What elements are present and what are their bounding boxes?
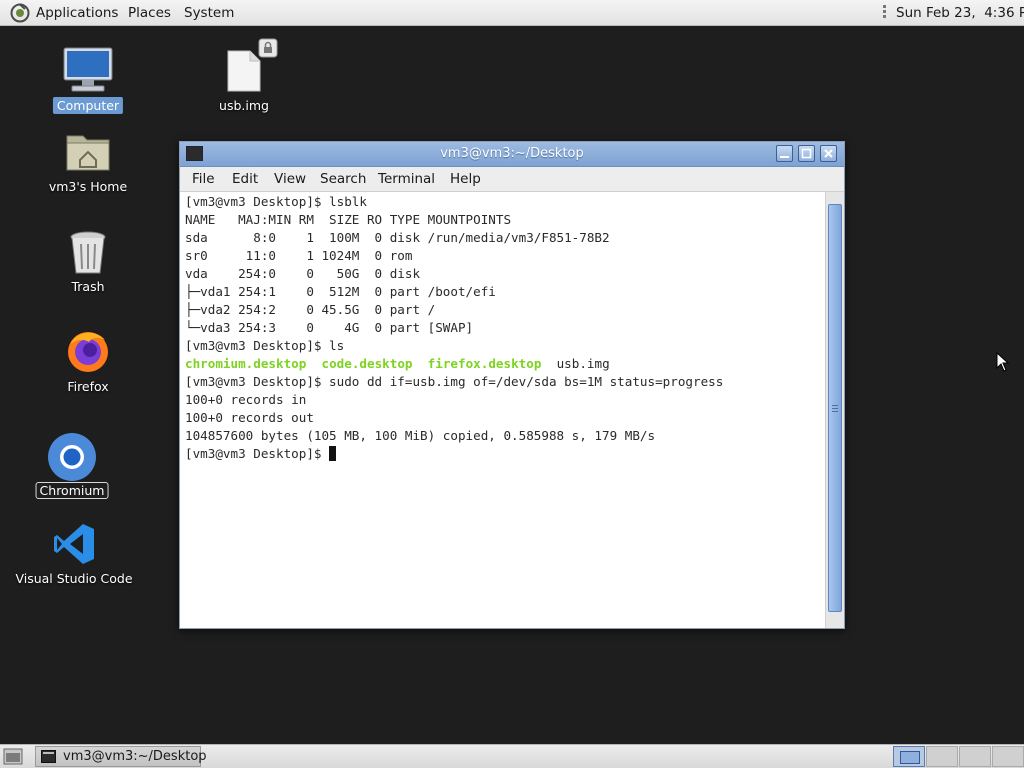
minimize-icon: [780, 156, 789, 158]
terminal-line: vda 254:0 0 50G 0 disk: [185, 266, 421, 281]
terminal-output[interactable]: [vm3@vm3 Desktop]$ lsblk NAME MAJ:MIN RM…: [180, 192, 825, 628]
desktop-label: Visual Studio Code: [15, 571, 133, 586]
desktop-icon-computer[interactable]: Computer: [38, 44, 138, 116]
desktop-icon-chromium[interactable]: Chromium: [22, 430, 122, 502]
desktop-label: Firefox: [67, 379, 109, 394]
firefox-icon: [68, 332, 108, 372]
terminal-line: ├─vda2 254:2 0 45.5G 0 part /: [185, 302, 436, 317]
applications-logo-icon[interactable]: [9, 3, 31, 23]
terminal-line: 100+0 records in: [185, 392, 307, 407]
clock[interactable]: Sun Feb 23, 4:36 PM: [896, 0, 1024, 26]
text-cursor: [329, 446, 337, 461]
lock-icon: [258, 38, 278, 58]
terminal-line: 104857600 bytes (105 MB, 100 MiB) copied…: [185, 428, 656, 443]
window-titlebar[interactable]: vm3@vm3:~/Desktop: [180, 142, 844, 167]
menu-help[interactable]: Help: [450, 167, 481, 192]
terminal-menubar: File Edit View Search Terminal Help: [180, 167, 844, 192]
file-icon: [227, 50, 261, 92]
desktop-icon-home[interactable]: vm3's Home: [38, 128, 138, 198]
window-title: vm3@vm3:~/Desktop: [440, 146, 584, 161]
terminal-line: [vm3@vm3 Desktop]$ sudo dd if=usb.img of…: [185, 374, 724, 389]
terminal-line: 100+0 records out: [185, 410, 314, 425]
chromium-icon: [48, 433, 96, 481]
task-label: vm3@vm3:~/Desktop: [63, 749, 207, 764]
panel-handle: [883, 5, 887, 21]
places-menu[interactable]: Places: [128, 0, 171, 26]
bottom-panel: vm3@vm3:~/Desktop: [0, 744, 1024, 768]
menu-search[interactable]: Search: [320, 167, 366, 192]
top-panel: Applications Places System Sun Feb 23, 4…: [0, 0, 1024, 26]
scrollbar-thumb[interactable]: [828, 204, 842, 612]
desktop-icon-firefox[interactable]: Firefox: [38, 326, 138, 398]
home-folder-icon: [66, 135, 110, 171]
desktop-label: Chromium: [35, 482, 109, 499]
terminal-line: NAME MAJ:MIN RM SIZE RO TYPE MOUNTPOINTS: [185, 212, 512, 227]
menu-file[interactable]: File: [192, 167, 215, 192]
trash-icon: [70, 231, 106, 274]
terminal-window[interactable]: vm3@vm3:~/Desktop File Edit View Search …: [179, 141, 845, 629]
desktop-label: Computer: [52, 97, 124, 114]
taskbar-item-terminal[interactable]: vm3@vm3:~/Desktop: [35, 746, 207, 767]
desktop-icon-trash[interactable]: Trash: [38, 228, 138, 298]
ls-entry: chromium.desktop: [185, 356, 307, 371]
terminal-line: [vm3@vm3 Desktop]$ lsblk: [185, 194, 367, 209]
workspace-4[interactable]: [992, 746, 1024, 767]
menu-view[interactable]: View: [274, 167, 306, 192]
maximize-button[interactable]: [798, 145, 815, 162]
terminal-line: └─vda3 254:3 0 4G 0 part [SWAP]: [185, 320, 474, 335]
ls-entry: usb.img: [556, 356, 610, 371]
terminal-line: sr0 11:0 1 1024M 0 rom: [185, 248, 413, 263]
maximize-icon: [801, 148, 812, 159]
menu-terminal[interactable]: Terminal: [378, 167, 435, 192]
show-desktop-icon[interactable]: [3, 748, 23, 765]
terminal-line: [vm3@vm3 Desktop]$ ls: [185, 338, 345, 353]
mouse-pointer-icon: [996, 352, 1010, 372]
scroll-grip-icon: [832, 405, 838, 412]
system-menu[interactable]: System: [184, 0, 234, 26]
workspace-1[interactable]: [893, 746, 925, 767]
desktop-label: Trash: [71, 279, 105, 294]
terminal-prompt: [vm3@vm3 Desktop]$: [185, 446, 330, 461]
workspace-window-thumb: [900, 751, 920, 764]
ls-entry: firefox.desktop: [427, 356, 542, 371]
close-icon: [824, 149, 833, 158]
applications-menu[interactable]: Applications: [36, 0, 118, 26]
desktop-icon-usb-img[interactable]: usb.img: [194, 36, 294, 116]
desktop-label: usb.img: [219, 98, 269, 113]
terminal-line: sda 8:0 1 100M 0 disk /run/media/vm3/F85…: [185, 230, 610, 245]
desktop-label: vm3's Home: [48, 179, 128, 194]
computer-icon: [63, 47, 113, 92]
ls-entry: code.desktop: [321, 356, 413, 371]
menu-edit[interactable]: Edit: [232, 167, 258, 192]
minimize-button[interactable]: [776, 145, 793, 162]
workspace-3[interactable]: [959, 746, 991, 767]
terminal-line: ├─vda1 254:1 0 512M 0 part /boot/efi: [185, 284, 496, 299]
vscode-icon: [54, 524, 94, 564]
workspace-2[interactable]: [926, 746, 958, 767]
terminal-scrollbar[interactable]: [825, 192, 844, 628]
close-button[interactable]: [820, 145, 837, 162]
desktop-icon-vscode[interactable]: Visual Studio Code: [15, 520, 133, 590]
terminal-task-icon: [41, 750, 56, 763]
